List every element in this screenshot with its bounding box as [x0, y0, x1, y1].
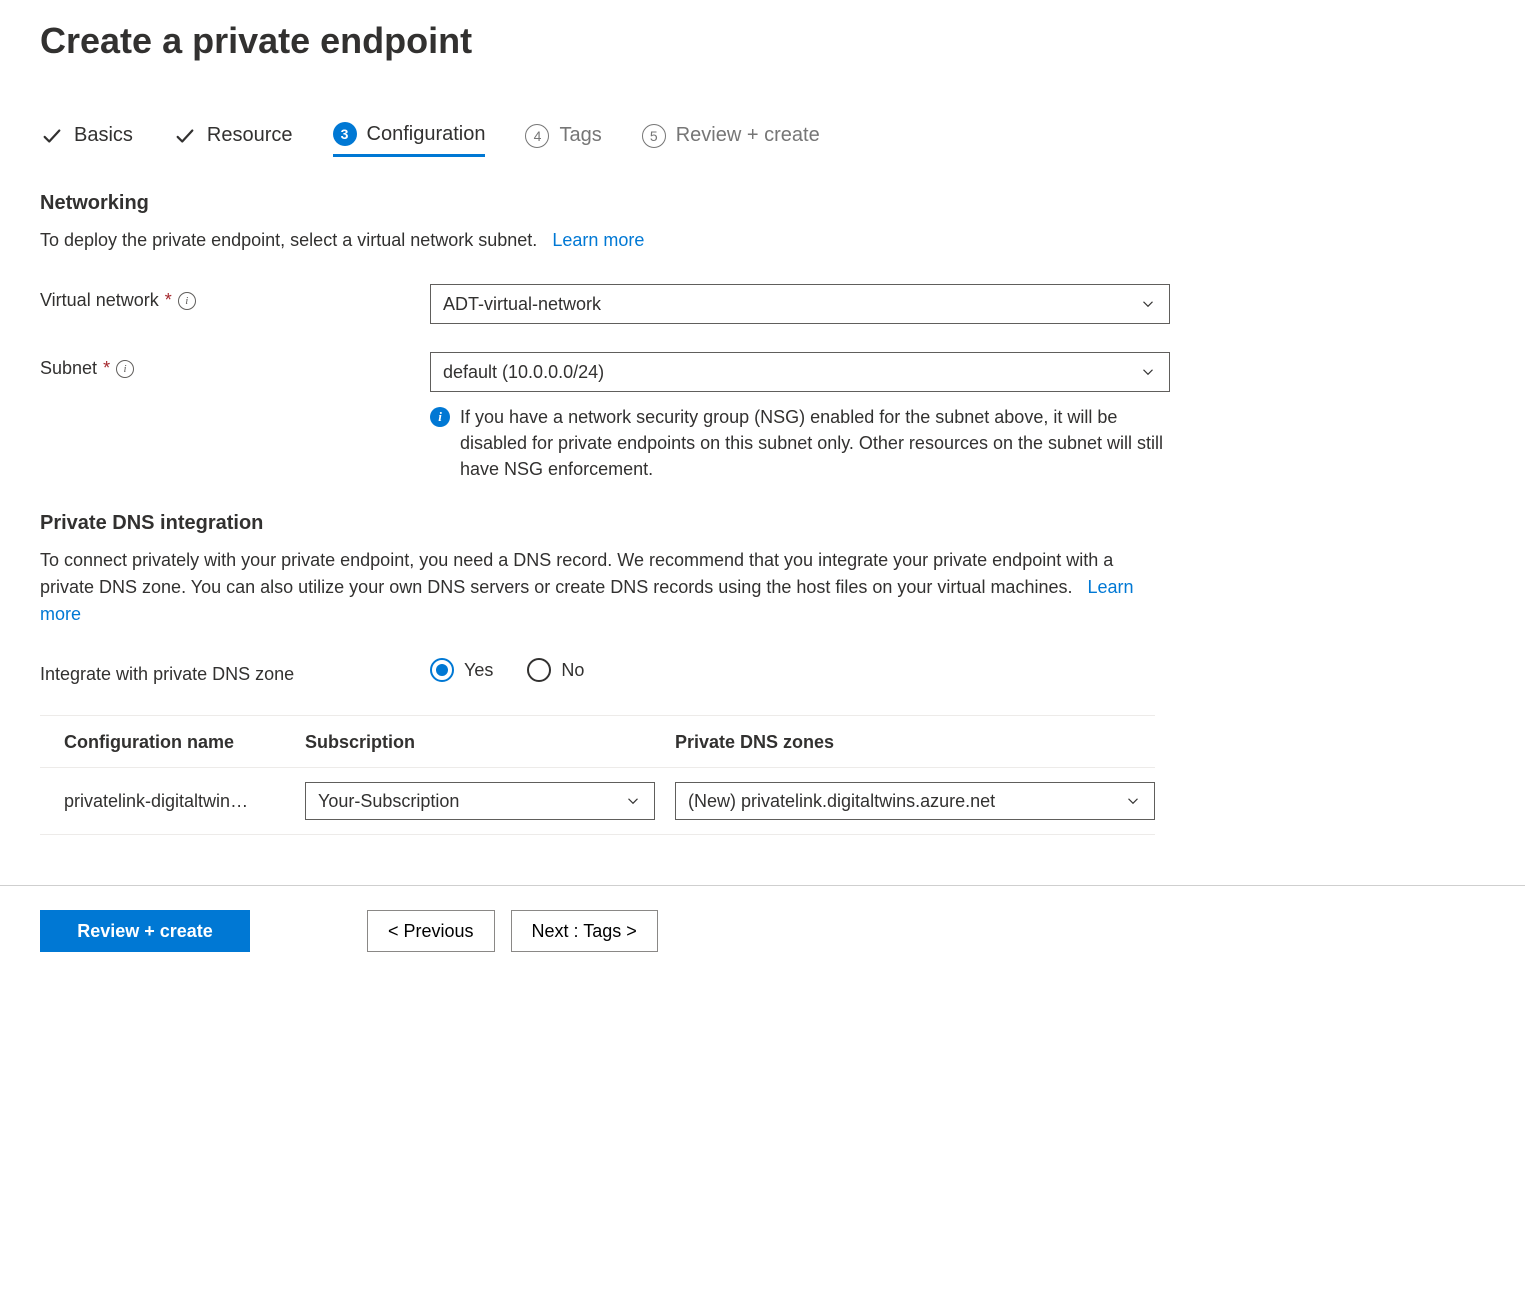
- check-icon: [40, 124, 64, 148]
- radio-label: No: [561, 660, 584, 681]
- integrate-label: Integrate with private DNS zone: [40, 658, 430, 685]
- dns-description-text: To connect privately with your private e…: [40, 550, 1113, 597]
- networking-heading: Networking: [40, 192, 1485, 215]
- select-value: default (10.0.0.0/24): [443, 362, 604, 383]
- step-label: Tags: [559, 124, 601, 147]
- cell-config-name: privatelink-digitaltwin…: [40, 791, 305, 812]
- col-header-config: Configuration name: [40, 732, 305, 753]
- select-value: ADT-virtual-network: [443, 294, 601, 315]
- step-number-icon: 4: [525, 124, 549, 148]
- step-resource[interactable]: Resource: [173, 124, 293, 156]
- info-icon[interactable]: i: [178, 292, 196, 310]
- wizard-steps: Basics Resource 3 Configuration 4 Tags 5…: [40, 122, 1485, 157]
- subnet-label: Subnet * i: [40, 352, 430, 379]
- step-number-icon: 5: [642, 124, 666, 148]
- step-tags[interactable]: 4 Tags: [525, 124, 601, 156]
- virtual-network-select[interactable]: ADT-virtual-network: [430, 284, 1170, 324]
- dns-heading: Private DNS integration: [40, 512, 1485, 535]
- label-text: Integrate with private DNS zone: [40, 664, 294, 685]
- col-header-zone: Private DNS zones: [675, 732, 1155, 753]
- check-icon: [173, 124, 197, 148]
- virtual-network-label: Virtual network * i: [40, 284, 430, 311]
- label-text: Virtual network: [40, 290, 159, 311]
- step-configuration[interactable]: 3 Configuration: [333, 122, 486, 157]
- chevron-down-icon: [624, 792, 642, 810]
- dns-table-header: Configuration name Subscription Private …: [40, 716, 1155, 767]
- select-value: (New) privatelink.digitaltwins.azure.net: [688, 791, 995, 812]
- radio-unselected-icon: [527, 658, 551, 682]
- dns-table: Configuration name Subscription Private …: [40, 715, 1155, 835]
- col-header-subscription: Subscription: [305, 732, 675, 753]
- step-review-create[interactable]: 5 Review + create: [642, 124, 820, 156]
- table-row: privatelink-digitaltwin… Your-Subscripti…: [40, 767, 1155, 834]
- step-number-icon: 3: [333, 122, 357, 146]
- step-label: Resource: [207, 124, 293, 147]
- previous-button[interactable]: < Previous: [367, 910, 495, 952]
- dns-zone-select[interactable]: (New) privatelink.digitaltwins.azure.net: [675, 782, 1155, 820]
- footer-bar: Review + create < Previous Next : Tags >: [40, 886, 1485, 952]
- networking-learn-more-link[interactable]: Learn more: [552, 230, 644, 250]
- step-label: Basics: [74, 124, 133, 147]
- subnet-note-text: If you have a network security group (NS…: [460, 404, 1170, 482]
- step-label: Review + create: [676, 124, 820, 147]
- required-indicator: *: [165, 290, 172, 311]
- info-circle-icon: i: [430, 407, 450, 427]
- select-value: Your-Subscription: [318, 791, 459, 812]
- radio-label: Yes: [464, 660, 493, 681]
- next-button[interactable]: Next : Tags >: [511, 910, 658, 952]
- step-label: Configuration: [367, 123, 486, 146]
- page-title: Create a private endpoint: [40, 20, 1485, 62]
- radio-selected-icon: [430, 658, 454, 682]
- chevron-down-icon: [1139, 363, 1157, 381]
- integrate-no-radio[interactable]: No: [527, 658, 584, 682]
- review-create-button[interactable]: Review + create: [40, 910, 250, 952]
- step-basics[interactable]: Basics: [40, 124, 133, 156]
- chevron-down-icon: [1139, 295, 1157, 313]
- label-text: Subnet: [40, 358, 97, 379]
- networking-description-text: To deploy the private endpoint, select a…: [40, 230, 537, 250]
- networking-description: To deploy the private endpoint, select a…: [40, 227, 1170, 254]
- integrate-yes-radio[interactable]: Yes: [430, 658, 493, 682]
- required-indicator: *: [103, 358, 110, 379]
- chevron-down-icon: [1124, 792, 1142, 810]
- subnet-info-note: i If you have a network security group (…: [430, 404, 1170, 482]
- subscription-select[interactable]: Your-Subscription: [305, 782, 655, 820]
- info-icon[interactable]: i: [116, 360, 134, 378]
- dns-description: To connect privately with your private e…: [40, 547, 1170, 628]
- subnet-select[interactable]: default (10.0.0.0/24): [430, 352, 1170, 392]
- integrate-radio-group: Yes No: [430, 658, 1170, 682]
